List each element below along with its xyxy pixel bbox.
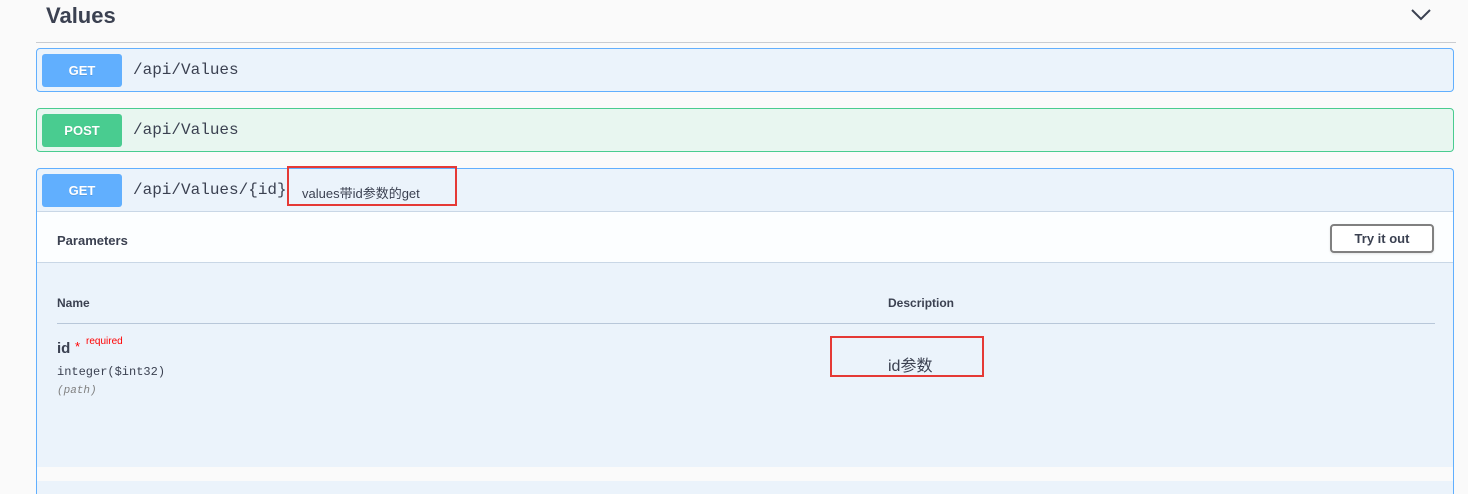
opblock-post-values: POST /api/Values	[36, 108, 1454, 152]
parameters-title: Parameters	[57, 233, 128, 248]
description-column-header: Description	[888, 296, 955, 310]
parameter-name: id	[57, 340, 71, 357]
required-label: required	[86, 336, 123, 347]
opblock-path: /api/Values	[133, 121, 239, 139]
method-badge-post: POST	[42, 114, 122, 147]
parameters-header: Parameters Try it out	[37, 211, 1453, 263]
tag-title: Values	[46, 3, 116, 28]
required-star: *	[75, 339, 81, 354]
parameter-location: (path)	[57, 385, 97, 397]
opblock-summary[interactable]: POST /api/Values	[37, 109, 1453, 151]
highlight-box-summary	[287, 166, 457, 206]
opblock-summary[interactable]: GET /api/Values/{id} values带id参数的get	[37, 169, 1453, 211]
method-badge-get: GET	[42, 174, 122, 207]
opblock-get-values: GET /api/Values	[36, 48, 1454, 92]
chevron-down-icon[interactable]	[1410, 8, 1432, 22]
tag-header-values[interactable]: Values	[36, 0, 1456, 43]
name-column-header: Name	[57, 296, 90, 310]
try-it-out-button[interactable]: Try it out	[1330, 224, 1434, 253]
opblock-path: /api/Values	[133, 61, 239, 79]
opblock-summary[interactable]: GET /api/Values	[37, 49, 1453, 91]
parameter-type: integer($int32)	[57, 365, 166, 379]
opblock-path: /api/Values/{id}	[133, 181, 287, 199]
method-badge-get: GET	[42, 54, 122, 87]
highlight-box-description	[830, 336, 984, 377]
table-divider	[57, 323, 1435, 324]
opblock-get-values-by-id: GET /api/Values/{id} values带id参数的get Par…	[36, 168, 1454, 494]
